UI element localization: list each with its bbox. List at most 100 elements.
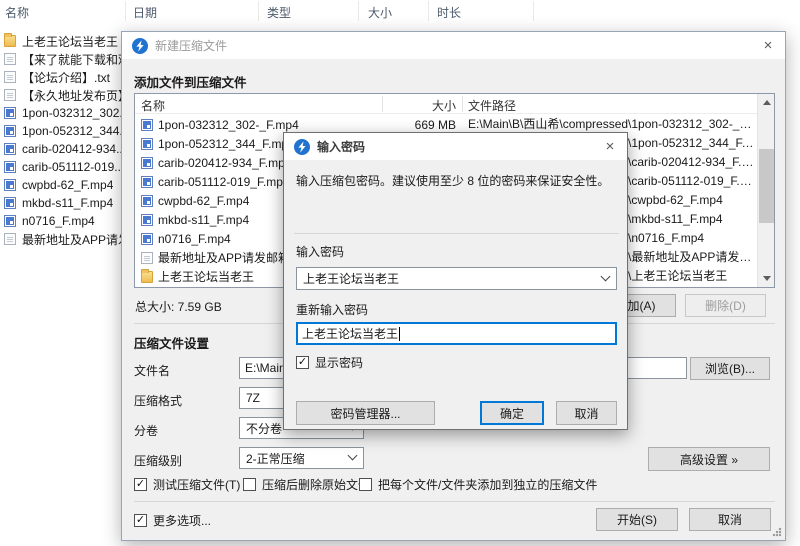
checkbox-label: 更多选项... [153, 514, 212, 528]
dialog-titlebar[interactable]: 输入密码 × [284, 133, 627, 160]
row-file-name: carib-051112-019_F.mp4 [158, 174, 290, 189]
separate-archives-checkbox[interactable]: 把每个文件/文件夹添加到独立的压缩文件 [359, 476, 597, 493]
ok-button[interactable]: 确定 [480, 401, 544, 425]
explorer-file-item[interactable]: mkbd-s11_F.mp4 [4, 194, 122, 212]
file-name-label: 【来了就能下载和观... [22, 52, 122, 67]
column-duration[interactable]: 时长 [437, 4, 461, 21]
divider [294, 233, 619, 234]
close-icon[interactable]: × [593, 133, 627, 160]
password-hint-text: 输入压缩包密码。建议使用至少 8 位的密码来保证安全性。 [296, 174, 610, 188]
row-file-name: 上老王论坛当老王 [158, 270, 255, 284]
enter-password-value: 上老王论坛当老王 [303, 272, 400, 286]
file-type-icon [141, 213, 153, 226]
checkbox-label: 显示密码 [315, 356, 364, 370]
column-divider[interactable] [462, 96, 463, 112]
explorer-file-item[interactable]: carib-020412-934... [4, 140, 122, 158]
file-type-icon [141, 156, 153, 169]
start-button[interactable]: 开始(S) [596, 508, 678, 531]
total-size-label: 总大小: 7.59 GB [135, 300, 222, 314]
explorer-file-item[interactable]: n0716_F.mp4 [4, 212, 122, 230]
column-divider[interactable] [125, 1, 126, 21]
explorer-file-item[interactable]: 最新地址及APP请发... [4, 230, 122, 248]
file-name-label: 1pon-052312_344... [22, 124, 122, 138]
explorer-file-item[interactable]: 【永久地址发布页】... [4, 86, 122, 104]
file-type-icon [4, 179, 16, 191]
advanced-settings-button[interactable]: 高级设置 » [648, 447, 770, 471]
explorer-file-item[interactable]: 1pon-032312_302... [4, 104, 122, 122]
more-options-checkbox[interactable]: ✓ 更多选项... [134, 512, 211, 529]
column-name[interactable]: 名称 [5, 4, 29, 21]
file-name-label: 【论坛介绍】.txt [22, 70, 111, 85]
file-type-icon [4, 125, 16, 137]
column-divider[interactable] [533, 1, 534, 21]
column-divider[interactable] [358, 1, 359, 21]
column-divider[interactable] [428, 1, 429, 21]
volume-value: 不分卷 [246, 421, 283, 436]
format-label: 压缩格式 [134, 394, 183, 408]
checkbox-label: 压缩后删除原始文件 [262, 478, 371, 492]
cancel-button[interactable]: 取消 [556, 401, 617, 425]
column-size[interactable]: 大小 [368, 4, 392, 21]
explorer-file-item[interactable]: 【来了就能下载和观... [4, 50, 122, 68]
explorer-file-item[interactable]: 上老王论坛当老王 [4, 32, 122, 50]
checkbox-label: 测试压缩文件(T) [153, 478, 241, 492]
file-name-label: 最新地址及APP请发... [22, 232, 122, 247]
scroll-up-icon[interactable] [758, 94, 774, 111]
resize-grip[interactable] [772, 527, 782, 537]
column-type[interactable]: 类型 [267, 4, 291, 21]
enter-password-dialog: 输入密码 × 输入压缩包密码。建议使用至少 8 位的密码来保证安全性。 输入密码… [283, 132, 628, 430]
file-type-icon [4, 89, 16, 101]
scrollbar-thumb[interactable] [759, 149, 774, 223]
enter-password-combobox[interactable]: 上老王论坛当老王 [296, 267, 617, 290]
file-name-label: carib-020412-934... [22, 142, 122, 156]
bandizip-logo-icon [294, 138, 310, 155]
list-column-path[interactable]: 文件路径 [468, 97, 516, 114]
explorer-file-item[interactable]: 【论坛介绍】.txt [4, 68, 122, 86]
column-date[interactable]: 日期 [133, 4, 157, 21]
file-name-label: 1pon-032312_302... [22, 106, 122, 120]
row-file-name: n0716_F.mp4 [158, 231, 231, 246]
test-archive-checkbox[interactable]: ✓ 测试压缩文件(T) [134, 476, 240, 493]
text-caret [399, 326, 401, 341]
scroll-down-icon[interactable] [758, 270, 774, 287]
row-file-name: 1pon-052312_344_F.mp4 [158, 136, 295, 151]
checkbox-checked-icon: ✓ [134, 514, 147, 527]
column-divider[interactable] [382, 96, 383, 112]
column-divider[interactable] [258, 1, 259, 21]
close-icon[interactable]: × [751, 32, 785, 59]
row-file-name: cwpbd-62_F.mp4 [158, 193, 250, 208]
file-type-icon [4, 143, 16, 155]
dialog-titlebar[interactable]: 新建压缩文件 × [122, 32, 785, 59]
delete-original-checkbox[interactable]: 压缩后删除原始文件 [243, 476, 370, 493]
browse-button[interactable]: 浏览(B)... [690, 357, 770, 380]
file-name-label: n0716_F.mp4 [22, 214, 95, 228]
checkbox-checked-icon: ✓ [296, 356, 309, 369]
show-password-checkbox[interactable]: ✓ 显示密码 [296, 354, 363, 371]
file-type-icon [141, 251, 153, 264]
reenter-password-value: 上老王论坛当老王 [302, 327, 399, 341]
file-type-icon [4, 233, 16, 245]
filename-label: 文件名 [134, 364, 171, 378]
level-select[interactable]: 2-正常压缩 [239, 447, 364, 469]
explorer-file-item[interactable]: carib-051112-019... [4, 158, 122, 176]
explorer-file-item[interactable]: cwpbd-62_F.mp4 [4, 176, 122, 194]
list-column-name[interactable]: 名称 [141, 97, 165, 114]
reenter-password-input[interactable]: 上老王论坛当老王 [296, 322, 617, 345]
password-manager-button[interactable]: 密码管理器... [296, 401, 435, 425]
delete-button: 删除(D) [685, 294, 766, 317]
bandizip-logo-icon [132, 37, 148, 54]
explorer-file-item[interactable]: 1pon-052312_344... [4, 122, 122, 140]
file-name-label: cwpbd-62_F.mp4 [22, 178, 114, 192]
list-column-size[interactable]: 大小 [388, 97, 456, 114]
cancel-button[interactable]: 取消 [689, 508, 771, 531]
list-scrollbar[interactable] [757, 94, 774, 287]
file-type-icon [4, 161, 16, 173]
row-file-name: mkbd-s11_F.mp4 [158, 212, 250, 227]
file-name-label: 【永久地址发布页】... [22, 88, 122, 103]
checkbox-label: 把每个文件/文件夹添加到独立的压缩文件 [378, 478, 598, 492]
row-file-name: carib-020412-934_F.mp4 [158, 155, 292, 170]
file-name-label: carib-051112-019... [22, 160, 122, 174]
settings-section-title: 压缩文件设置 [134, 337, 210, 351]
section-title: 添加文件到压缩文件 [134, 76, 247, 90]
checkbox-checked-icon: ✓ [134, 478, 147, 491]
